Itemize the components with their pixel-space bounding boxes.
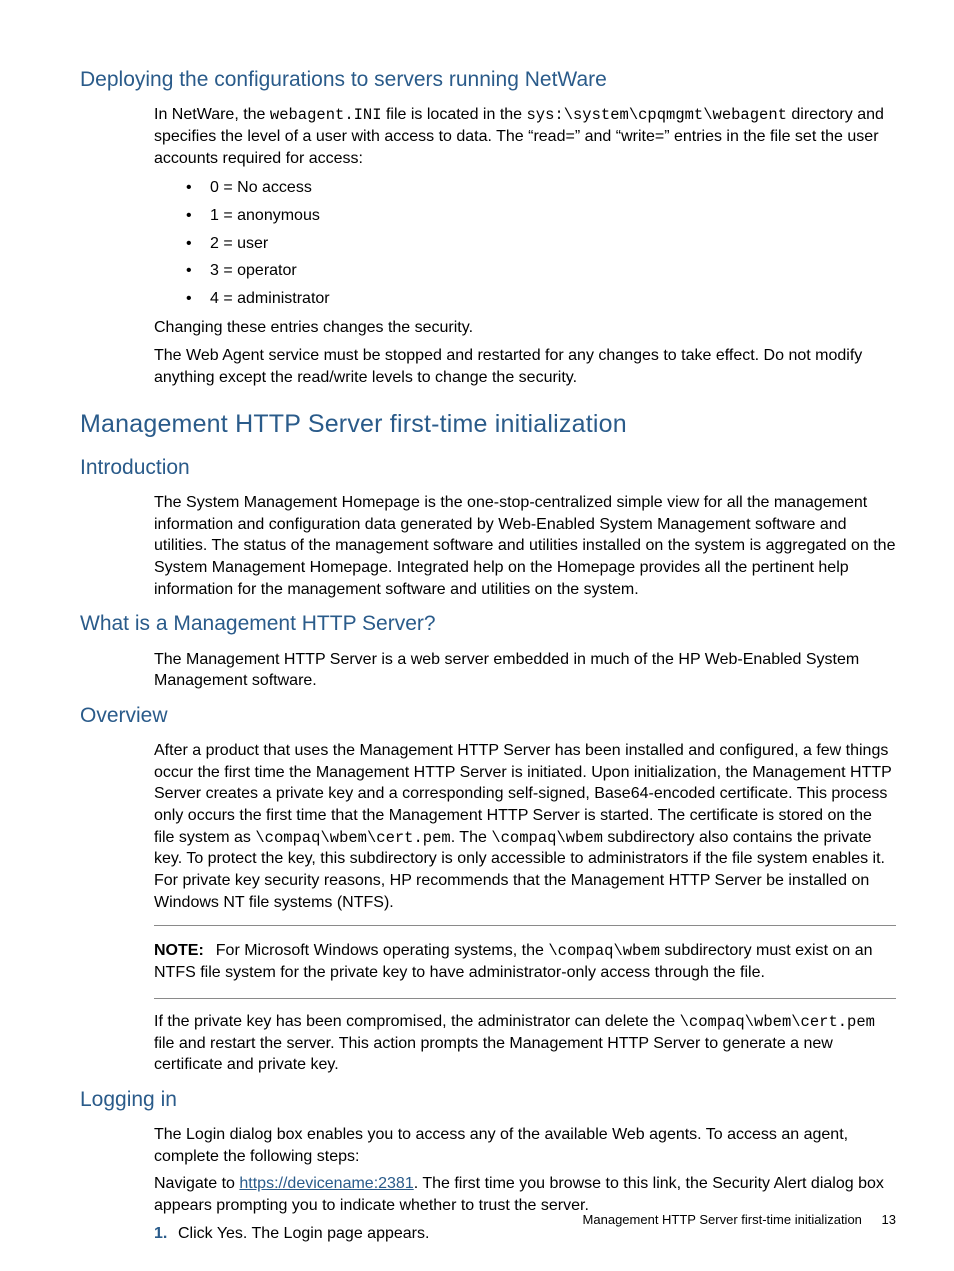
note-label: NOTE:	[154, 942, 204, 959]
text: For Microsoft Windows operating systems,…	[216, 942, 549, 959]
para-navigate: Navigate to https://devicename:2381. The…	[154, 1173, 896, 1216]
para-changes-security: Changing these entries changes the secur…	[154, 317, 896, 339]
para-compromised-key: If the private key has been compromised,…	[154, 1011, 896, 1076]
heading-what-is: What is a Management HTTP Server?	[80, 610, 896, 638]
heading-logging-in: Logging in	[80, 1086, 896, 1114]
footer-title: Management HTTP Server first-time initia…	[583, 1212, 862, 1227]
code-cert-path: \compaq\wbem\cert.pem	[255, 829, 450, 847]
section-what-body: The Management HTTP Server is a web serv…	[154, 649, 896, 692]
text: Navigate to	[154, 1175, 239, 1192]
step-text: Click Yes. The Login page appears.	[178, 1225, 429, 1242]
note-box: NOTE: For Microsoft Windows operating sys…	[154, 925, 896, 999]
section-introduction-body: The System Management Homepage is the on…	[154, 492, 896, 600]
para-intro: The System Management Homepage is the on…	[154, 492, 896, 600]
heading-netware-deploy: Deploying the configurations to servers …	[80, 66, 896, 94]
para-overview: After a product that uses the Management…	[154, 740, 896, 913]
text: If the private key has been compromised,…	[154, 1013, 680, 1030]
para-what: The Management HTTP Server is a web serv…	[154, 649, 896, 692]
list-item: 1 = anonymous	[186, 205, 896, 227]
section-overview-body: After a product that uses the Management…	[154, 740, 896, 1076]
heading-introduction: Introduction	[80, 454, 896, 482]
page-footer: Management HTTP Server first-time initia…	[583, 1211, 896, 1229]
list-item: 2 = user	[186, 233, 896, 255]
text: file and restart the server. This action…	[154, 1035, 833, 1074]
code-cert-path-2: \compaq\wbem\cert.pem	[680, 1013, 875, 1031]
access-level-list: 0 = No access 1 = anonymous 2 = user 3 =…	[154, 177, 896, 309]
list-item: 0 = No access	[186, 177, 896, 199]
code-webagent-ini: webagent.INI	[270, 106, 382, 124]
note-content: NOTE: For Microsoft Windows operating sys…	[154, 940, 896, 984]
para-login-intro: The Login dialog box enables you to acce…	[154, 1124, 896, 1167]
code-sys-path: sys:\system\cpqmgmt\webagent	[527, 106, 787, 124]
list-item: 4 = administrator	[186, 288, 896, 310]
list-item: 3 = operator	[186, 260, 896, 282]
step-number: 1.	[154, 1223, 167, 1245]
page-number: 13	[882, 1212, 896, 1227]
text: . The	[451, 829, 492, 846]
code-wbem-path-note: \compaq\wbem	[548, 942, 660, 960]
text: file is located in the	[382, 106, 527, 123]
device-link[interactable]: https://devicename:2381	[239, 1175, 413, 1192]
section-netware-body: In NetWare, the webagent.INI file is loc…	[154, 104, 896, 388]
para-restart-note: The Web Agent service must be stopped an…	[154, 345, 896, 388]
heading-http-init: Management HTTP Server first-time initia…	[80, 408, 896, 442]
code-wbem-path: \compaq\wbem	[491, 829, 603, 847]
text: In NetWare, the	[154, 106, 270, 123]
para-netware-intro: In NetWare, the webagent.INI file is loc…	[154, 104, 896, 169]
heading-overview: Overview	[80, 702, 896, 730]
